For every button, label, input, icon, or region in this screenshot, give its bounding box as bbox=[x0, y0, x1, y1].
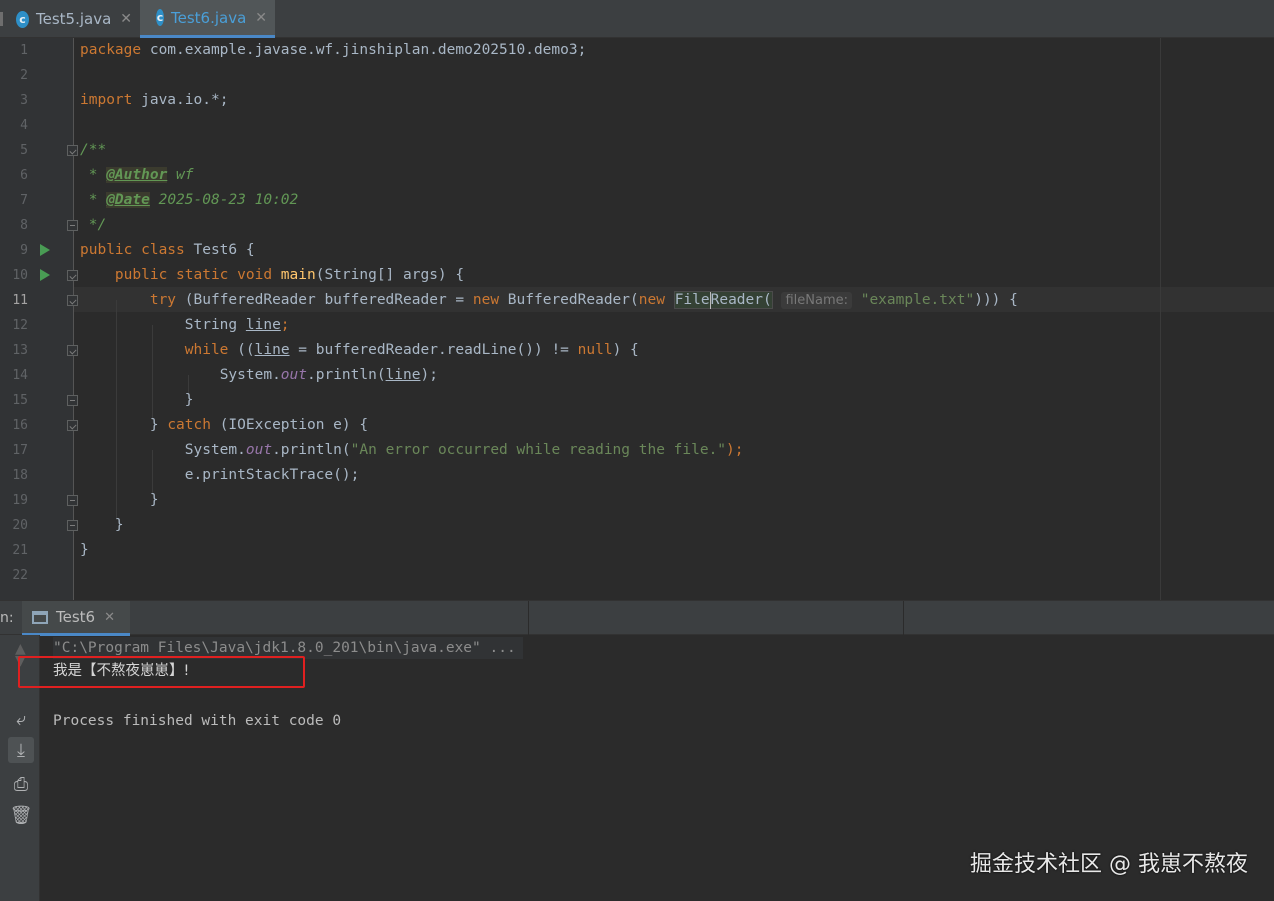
line-number: 22 bbox=[12, 568, 28, 583]
right-margin-guide bbox=[1160, 38, 1161, 600]
line-number: 8 bbox=[20, 218, 28, 233]
line-number: 12 bbox=[12, 318, 28, 333]
line-number: 4 bbox=[20, 118, 28, 133]
code-line-6: * @Author wf bbox=[80, 167, 194, 183]
code-line-15: } bbox=[80, 392, 194, 408]
java-class-icon: c bbox=[16, 10, 29, 28]
line-number: 19 bbox=[12, 493, 28, 508]
header-divider bbox=[528, 601, 529, 636]
line-number: 6 bbox=[20, 168, 28, 183]
watermark: 掘金技术社区 @ 我崽不熬夜 bbox=[970, 852, 1248, 877]
code-line-20: } bbox=[80, 517, 124, 533]
line-number: 14 bbox=[12, 368, 28, 383]
code-line-1: package com.example.javase.wf.jinshiplan… bbox=[80, 42, 587, 58]
close-icon[interactable]: ✕ bbox=[104, 610, 115, 625]
run-tab-label: Test6 bbox=[56, 608, 96, 626]
line-number: 3 bbox=[20, 93, 28, 108]
fold-icon[interactable] bbox=[67, 420, 78, 431]
code-line-11: try (BufferedReader bufferedReader = new… bbox=[149, 291, 1018, 309]
fold-end-icon[interactable] bbox=[67, 220, 78, 231]
code-line-13: while ((line = bufferedReader.readLine()… bbox=[184, 342, 639, 358]
fold-icon[interactable] bbox=[67, 145, 78, 156]
tab-test6-java[interactable]: c Test6.java ✕ bbox=[140, 0, 275, 38]
editor-tab-bar: c Test5.java ✕ c Test6.java ✕ bbox=[0, 0, 1274, 38]
line-number-current: 11 bbox=[12, 293, 28, 308]
line-number: 10 bbox=[12, 268, 28, 283]
code-line-8: */ bbox=[80, 217, 107, 233]
code-line-19: } bbox=[80, 492, 159, 508]
print-icon[interactable]: ⎙ bbox=[8, 771, 34, 797]
code-line-18: e.printStackTrace(); bbox=[80, 467, 360, 483]
header-divider bbox=[903, 601, 904, 636]
line-number: 2 bbox=[20, 68, 28, 83]
fold-icon[interactable] bbox=[67, 295, 78, 306]
code-line-16: } catch (IOException e) { bbox=[80, 417, 369, 433]
code-line-14: System.out.println(line); bbox=[219, 367, 438, 383]
line-number: 18 bbox=[12, 468, 28, 483]
code-line-17: System.out.println("An error occurred wh… bbox=[184, 442, 744, 458]
run-class-icon[interactable] bbox=[40, 244, 50, 256]
line-number: 13 bbox=[12, 343, 28, 358]
tab-test5-java[interactable]: c Test5.java ✕ bbox=[0, 0, 140, 38]
fold-icon[interactable] bbox=[67, 345, 78, 356]
fold-end-icon[interactable] bbox=[67, 395, 78, 406]
code-line-10: public static void main(String[] args) { bbox=[114, 267, 465, 283]
parameter-hint: fileName: bbox=[781, 292, 852, 309]
run-main-icon[interactable] bbox=[40, 269, 50, 281]
line-number: 9 bbox=[20, 243, 28, 258]
tab-label: Test6.java bbox=[170, 8, 247, 27]
run-header: n: Test6 ✕ bbox=[0, 600, 1274, 636]
code-editor[interactable]: 1 2 3 4 5 6 7 8 9 10 11 12 13 14 15 16 1… bbox=[0, 38, 1274, 600]
code-line-21: } bbox=[80, 542, 89, 558]
red-annotation-box bbox=[18, 656, 305, 688]
line-number: 5 bbox=[20, 143, 28, 158]
fold-icon[interactable] bbox=[67, 270, 78, 281]
editor-gutter: 1 2 3 4 5 6 7 8 9 10 11 12 13 14 15 16 1… bbox=[0, 38, 78, 600]
code-line-5: /** bbox=[80, 142, 107, 158]
code-line-3: import java.io.*; bbox=[80, 92, 229, 108]
run-tab-test6[interactable]: Test6 ✕ bbox=[22, 601, 130, 636]
soft-wrap-icon[interactable]: ⤶ bbox=[8, 706, 34, 732]
console-icon bbox=[32, 610, 48, 624]
code-line-9: public class Test6 { bbox=[80, 242, 255, 258]
console-exit-line: Process finished with exit code 0 bbox=[53, 713, 342, 729]
line-number: 20 bbox=[12, 518, 28, 533]
line-number: 21 bbox=[12, 543, 28, 558]
close-icon[interactable]: ✕ bbox=[255, 10, 267, 26]
code-line-12: String line; bbox=[184, 317, 290, 333]
line-number: 16 bbox=[12, 418, 28, 433]
fold-end-icon[interactable] bbox=[67, 495, 78, 506]
line-number: 17 bbox=[12, 443, 28, 458]
java-class-icon: c bbox=[156, 9, 164, 26]
fold-end-icon[interactable] bbox=[67, 520, 78, 531]
trash-icon[interactable]: 🗑 bbox=[8, 802, 34, 828]
line-number: 7 bbox=[20, 193, 28, 208]
run-label: n: bbox=[0, 610, 14, 626]
code-line-7: * @Date 2025-08-23 10:02 bbox=[80, 192, 299, 208]
scroll-to-end-icon[interactable]: ⤓ bbox=[8, 737, 34, 763]
close-icon[interactable]: ✕ bbox=[120, 11, 132, 27]
line-number: 15 bbox=[12, 393, 28, 408]
line-number: 1 bbox=[20, 43, 28, 58]
tab-label: Test5.java bbox=[35, 10, 112, 28]
